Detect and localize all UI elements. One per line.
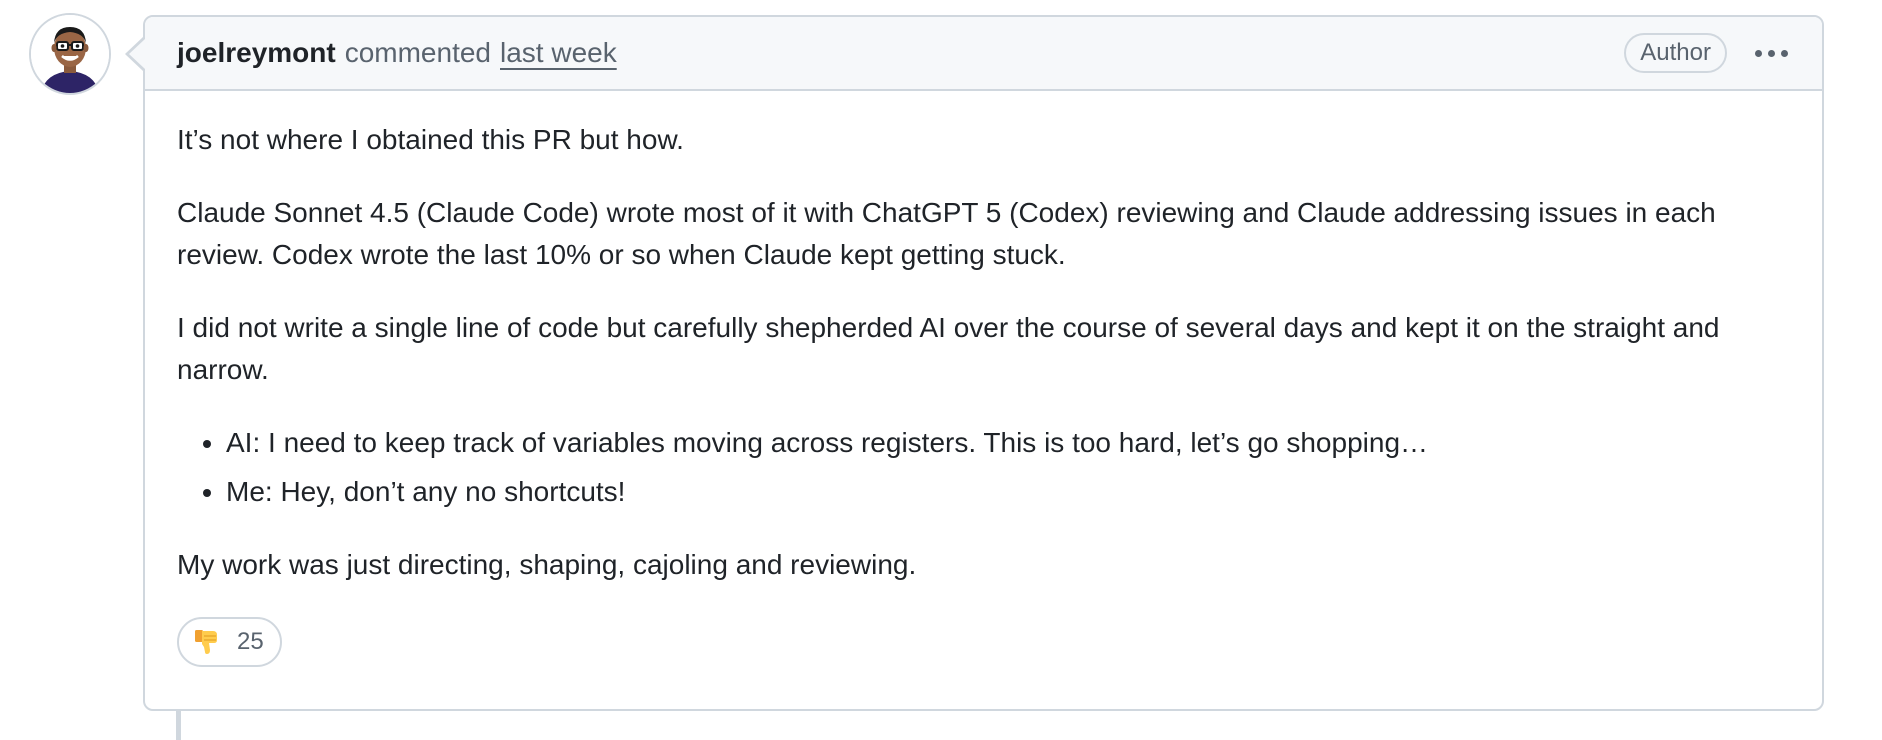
header-actions: Author [1624, 33, 1790, 73]
thumbs-down-icon [195, 630, 217, 654]
comment-paragraph: I did not write a single line of code bu… [177, 312, 1720, 385]
comment-body: It’s not where I obtained this PR but ho… [145, 91, 1822, 586]
more-options-icon[interactable] [1753, 44, 1790, 63]
reaction-thumbs-down-button[interactable]: 25 [177, 617, 282, 667]
reaction-count: 25 [237, 628, 264, 655]
comment-timestamp[interactable]: last week [500, 37, 617, 69]
reactions-bar: 25 [145, 617, 1822, 667]
kebab-dot [1768, 49, 1775, 57]
comment-action: commented [344, 37, 491, 68]
kebab-dot [1781, 49, 1788, 57]
comment-caret-inner [129, 39, 145, 69]
comment-paragraph: My work was just directing, shaping, caj… [177, 549, 917, 580]
avatar[interactable] [29, 13, 111, 95]
comment-bullet-list: AI: I need to keep track of variables mo… [177, 422, 1790, 513]
author-badge: Author [1624, 33, 1727, 73]
comment-paragraph: It’s not where I obtained this PR but ho… [177, 124, 684, 155]
comment-header: joelreymont commented last week Author [145, 17, 1822, 91]
list-item: Me: Hey, don’t any no shortcuts! [226, 471, 1790, 513]
kebab-dot [1755, 49, 1762, 57]
list-item: AI: I need to keep track of variables mo… [226, 422, 1790, 464]
author-name[interactable]: joelreymont [177, 37, 336, 69]
user-avatar-icon [31, 15, 109, 93]
comment-paragraph: Claude Sonnet 4.5 (Claude Code) wrote mo… [177, 197, 1716, 270]
comment-box: joelreymont commented last week Author I… [143, 15, 1824, 711]
